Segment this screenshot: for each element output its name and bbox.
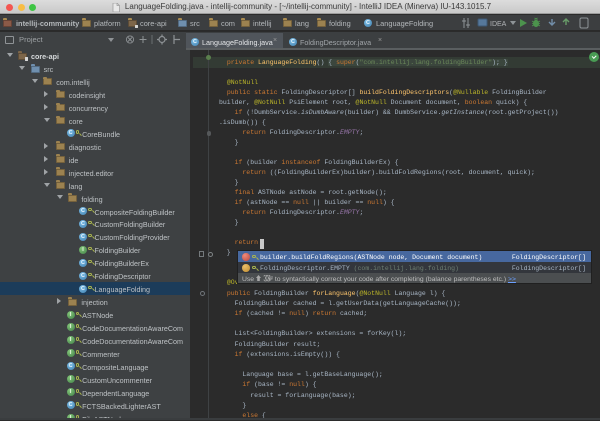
svg-text:IDEA: IDEA <box>490 21 507 28</box>
